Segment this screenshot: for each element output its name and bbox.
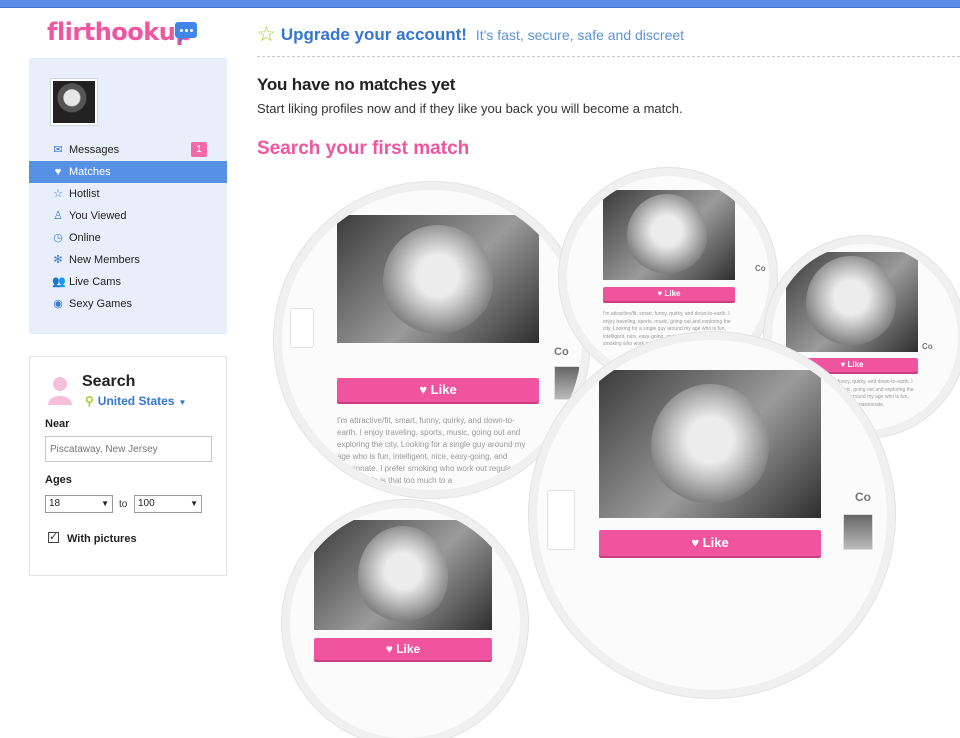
country-label: United States <box>97 394 175 408</box>
sidebar-item-label: New Members <box>69 254 140 266</box>
search-panel: Search ⚲United States▼ Near Ages 18▼ to … <box>29 356 227 576</box>
sidebar-item-matches[interactable]: ♥ Matches <box>29 161 227 183</box>
sidebar-item-messages[interactable]: ✉ Messages 1 <box>29 139 227 161</box>
top-bar <box>0 0 960 8</box>
profile-photo[interactable] <box>603 190 735 280</box>
globe-icon: ◉ <box>53 298 63 310</box>
sidebar-item-label: Online <box>69 232 101 244</box>
profile-bio: I'm attractive/fit, smart, funny, quirky… <box>337 416 526 485</box>
profile-photo[interactable] <box>786 252 918 352</box>
people-icon: 👥 <box>52 276 66 288</box>
ages-label: Ages <box>45 474 72 486</box>
sidebar-item-live-cams[interactable]: 👥 Live Cams <box>29 271 227 293</box>
upgrade-title[interactable]: Upgrade your account! <box>281 25 467 45</box>
no-matches-subheading: Start liking profiles now and if they li… <box>257 101 683 116</box>
clock-icon: ◷ <box>53 232 63 244</box>
gear-icon: ✻ <box>53 254 63 266</box>
profile-card: ♥ Like <box>290 508 520 738</box>
age-to-select[interactable]: 100 ▼ <box>134 495 202 513</box>
card-edge <box>547 490 575 550</box>
site-logo[interactable]: flirthookup <box>47 18 193 46</box>
dropdown-arrow-icon: ▼ <box>101 499 109 508</box>
profile-photo[interactable] <box>337 215 539 343</box>
with-pictures-label: With pictures <box>67 533 137 545</box>
age-to-value: 100 <box>138 498 155 509</box>
like-heart-icon: ♥ <box>419 382 428 397</box>
with-pictures-checkbox[interactable]: ✓ <box>48 532 59 543</box>
sidebar-item-sexy-games[interactable]: ◉ Sexy Games <box>29 293 227 315</box>
like-heart-icon: ♥ <box>691 535 700 550</box>
star-icon: ☆ <box>53 188 63 200</box>
avatar[interactable] <box>50 78 98 126</box>
divider <box>257 56 960 57</box>
like-button[interactable]: ♥ Like <box>314 638 492 660</box>
person-icon <box>48 377 72 405</box>
sidebar-menu: ✉ Messages 1 ♥ Matches ☆ Hotlist ♙ You V… <box>29 139 227 315</box>
like-label: Like <box>702 535 729 550</box>
heart-icon: ♥ <box>54 166 62 178</box>
sidebar-item-label: Hotlist <box>69 188 100 200</box>
card-label: Co <box>755 264 766 273</box>
age-to-label: to <box>119 499 128 510</box>
card-label: Co <box>554 346 569 358</box>
sidebar: ✉ Messages 1 ♥ Matches ☆ Hotlist ♙ You V… <box>29 58 227 334</box>
sidebar-item-online[interactable]: ◷ Online <box>29 227 227 249</box>
like-label: Like <box>430 382 457 397</box>
like-button[interactable]: ♥ Like <box>599 530 821 556</box>
map-pin-icon: ⚲ <box>85 394 94 408</box>
star-icon: ☆ <box>257 23 276 46</box>
sidebar-item-label: Messages <box>69 144 120 156</box>
chat-bubble-icon <box>175 22 197 44</box>
sidebar-item-label: You Viewed <box>69 210 127 222</box>
age-from-value: 18 <box>49 498 61 509</box>
like-heart-icon: ♥ <box>840 360 846 369</box>
message-count-badge: 1 <box>191 142 207 157</box>
chevron-down-icon: ▼ <box>178 398 187 407</box>
sidebar-item-you-viewed[interactable]: ♙ You Viewed <box>29 205 227 227</box>
near-input[interactable] <box>45 436 212 462</box>
sidebar-item-hotlist[interactable]: ☆ Hotlist <box>29 183 227 205</box>
upgrade-banner[interactable]: ☆ Upgrade your account! It's fast, secur… <box>257 24 684 45</box>
country-select[interactable]: ⚲ United States ▼ <box>85 394 186 408</box>
card-edge <box>290 308 314 348</box>
thumbnail <box>843 514 873 550</box>
like-label: Like <box>396 642 421 656</box>
dropdown-arrow-icon: ▼ <box>190 499 198 508</box>
like-button[interactable]: ♥ Like <box>603 287 735 301</box>
profile-photo[interactable] <box>314 520 492 630</box>
profile-photo[interactable] <box>599 370 821 518</box>
like-heart-icon: ♥ <box>657 289 663 298</box>
profile-card: Co ♥ Like <box>537 340 887 690</box>
sidebar-item-label: Sexy Games <box>69 298 132 310</box>
search-title: Search <box>82 373 136 390</box>
like-label: Like <box>664 289 681 298</box>
like-label: Like <box>847 360 864 369</box>
upgrade-tagline: It's fast, secure, safe and discreet <box>475 26 685 43</box>
like-heart-icon: ♥ <box>385 642 393 656</box>
search-first-match-link[interactable]: Search your first match <box>257 138 469 160</box>
person-icon: ♙ <box>53 210 63 222</box>
sidebar-item-label: Matches <box>69 166 111 178</box>
like-button[interactable]: ♥ Like <box>337 378 539 402</box>
no-matches-heading: You have no matches yet <box>257 75 456 94</box>
age-from-select[interactable]: 18 ▼ <box>45 495 113 513</box>
envelope-icon: ✉ <box>53 144 63 156</box>
sidebar-item-label: Live Cams <box>69 276 121 288</box>
near-label: Near <box>45 418 70 430</box>
card-label: Co <box>855 490 871 504</box>
thumbnail <box>554 366 580 400</box>
card-label: Co <box>922 342 933 351</box>
profile-card: Co ♥ Like I'm attractive/fit, smart, fun… <box>282 190 582 490</box>
sidebar-item-new-members[interactable]: ✻ New Members <box>29 249 227 271</box>
